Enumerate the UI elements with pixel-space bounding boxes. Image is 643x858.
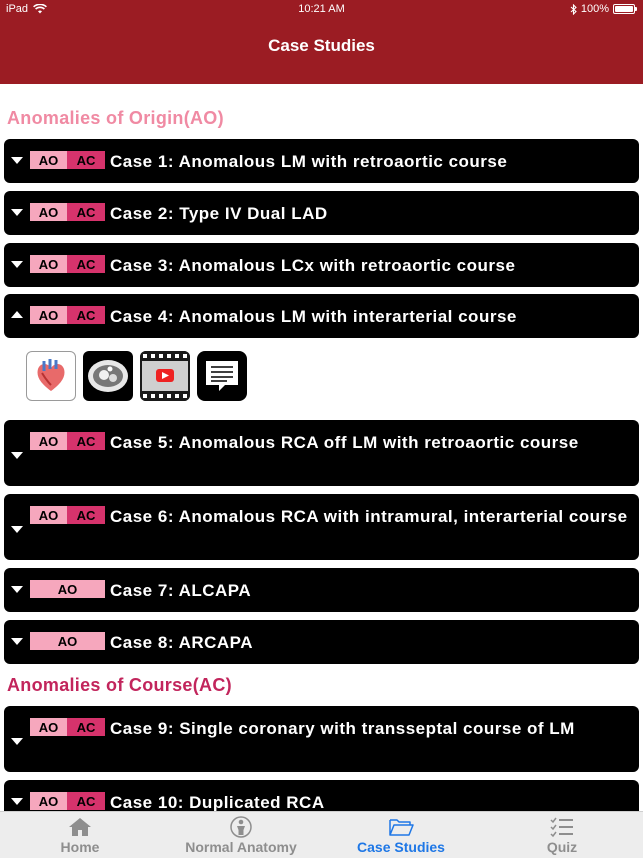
tab-label: Normal Anatomy: [185, 839, 297, 855]
case-title: Case 1: Anomalous LM with retroaortic co…: [110, 152, 508, 171]
case-tags: AO AC: [30, 151, 105, 169]
chevron-down-icon: [11, 157, 23, 164]
video-icon[interactable]: [140, 351, 190, 401]
case-list[interactable]: Anomalies of Origin(AO) AO AC Case 1: An…: [0, 84, 643, 811]
anatomy-icon: [230, 816, 252, 838]
case-tags: AO: [30, 632, 105, 650]
tag-ao: AO: [30, 255, 67, 273]
tab-case-studies[interactable]: Case Studies: [321, 812, 481, 858]
checklist-icon: [550, 817, 573, 838]
case-tags: AO AC: [30, 203, 105, 221]
case-tags: AO: [30, 580, 105, 598]
heart-illustration-icon[interactable]: [26, 351, 76, 401]
case-row-6[interactable]: AO AC Case 6: Anomalous RCA with intramu…: [4, 494, 639, 560]
chevron-down-icon: [11, 526, 23, 533]
case-title: Case 4: Anomalous LM with interarterial …: [110, 307, 517, 326]
case-title: Case 8: ARCAPA: [110, 633, 254, 652]
section-title-course: Anomalies of Course(AC): [7, 675, 232, 695]
case-media-bar: [26, 351, 247, 401]
case-row-4[interactable]: AO AC Case 4: Anomalous LM with interart…: [4, 294, 639, 338]
status-bar: iPad 10:21 AM 100%: [0, 0, 643, 20]
battery-percent: 100%: [580, 3, 609, 15]
app-header: iPad 10:21 AM 100% Case Studies: [0, 0, 643, 84]
case-row-10[interactable]: AO AC Case 10: Duplicated RCA: [4, 780, 639, 811]
tab-home[interactable]: Home: [0, 812, 160, 858]
tab-quiz[interactable]: Quiz: [482, 812, 642, 858]
case-row-9[interactable]: AO AC Case 9: Single coronary with trans…: [4, 706, 639, 772]
tab-label: Case Studies: [357, 839, 445, 855]
tag-ac: AC: [67, 151, 105, 169]
case-row-8[interactable]: AO Case 8: ARCAPA: [4, 620, 639, 664]
bluetooth-icon: [570, 3, 577, 15]
section-title-origin: Anomalies of Origin(AO): [7, 108, 224, 128]
case-title: Case 2: Type IV Dual LAD: [110, 204, 328, 223]
battery-icon: [613, 4, 637, 14]
case-title: Case 3: Anomalous LCx with retroaortic c…: [110, 256, 516, 275]
case-row-1[interactable]: AO AC Case 1: Anomalous LM with retroaor…: [4, 139, 639, 183]
ct-scan-icon[interactable]: [83, 351, 133, 401]
chevron-down-icon: [11, 261, 23, 268]
case-row-5[interactable]: AO AC Case 5: Anomalous RCA off LM with …: [4, 420, 639, 486]
case-tags: AO AC: [30, 792, 105, 810]
case-tags: AO AC: [30, 255, 105, 273]
tag-ac: AC: [67, 792, 105, 810]
text-notes-icon[interactable]: [197, 351, 247, 401]
chevron-down-icon: [11, 452, 23, 459]
folder-icon: [389, 819, 414, 836]
tag-ao: AO: [30, 306, 67, 324]
case-row-3[interactable]: AO AC Case 3: Anomalous LCx with retroao…: [4, 243, 639, 287]
tag-ao: AO: [30, 203, 67, 221]
case-title: Case 10: Duplicated RCA: [110, 793, 325, 811]
chevron-down-icon: [11, 738, 23, 745]
case-title: Case 6: Anomalous RCA with intramural, i…: [110, 507, 628, 526]
tag-ao: AO: [30, 580, 105, 598]
case-title: Case 7: ALCAPA: [110, 581, 252, 600]
tag-ac: AC: [67, 203, 105, 221]
status-right: 100%: [570, 3, 637, 15]
chevron-down-icon: [11, 209, 23, 216]
tab-normal-anatomy[interactable]: Normal Anatomy: [161, 812, 321, 858]
tag-ao: AO: [30, 792, 67, 810]
tab-bar: Home Normal Anatomy Case Studies Quiz: [0, 811, 643, 858]
case-row-7[interactable]: AO Case 7: ALCAPA: [4, 568, 639, 612]
tab-label: Quiz: [546, 839, 578, 855]
tag-ao: AO: [30, 632, 105, 650]
status-time: 10:21 AM: [298, 3, 345, 15]
case-title: Case 9: Single coronary with transseptal…: [110, 719, 575, 738]
tag-ao: AO: [30, 151, 67, 169]
chevron-up-icon: [11, 311, 23, 318]
page-title: Case Studies: [268, 36, 375, 55]
chevron-down-icon: [11, 798, 23, 805]
case-tags: AO AC: [30, 306, 105, 324]
tab-label: Home: [60, 839, 100, 855]
home-icon: [69, 818, 91, 836]
case-title: Case 5: Anomalous RCA off LM with retroa…: [110, 433, 579, 452]
tag-ac: AC: [67, 255, 105, 273]
chevron-down-icon: [11, 638, 23, 645]
tag-ac: AC: [67, 306, 105, 324]
case-row-2[interactable]: AO AC Case 2: Type IV Dual LAD: [4, 191, 639, 235]
chevron-down-icon: [11, 586, 23, 593]
